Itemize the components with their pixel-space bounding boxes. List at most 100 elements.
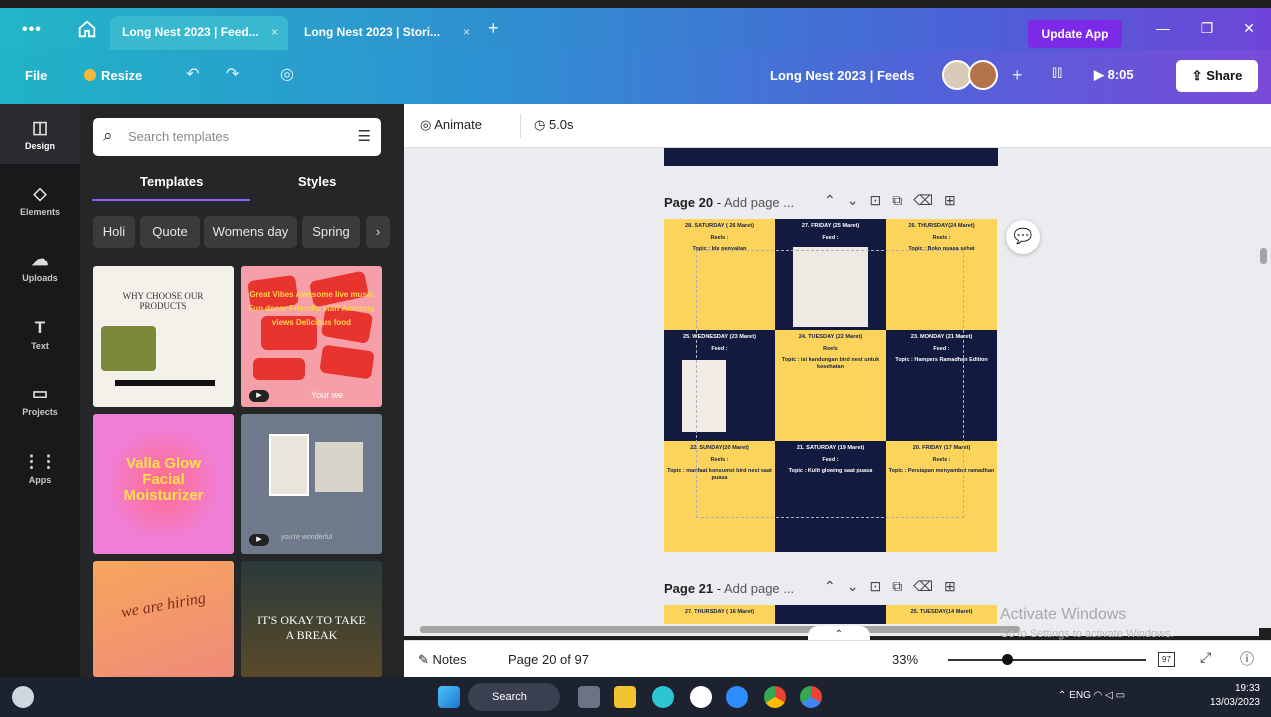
close-tab-icon[interactable]: × bbox=[271, 25, 278, 39]
vertical-scroll-thumb[interactable] bbox=[1260, 248, 1267, 264]
page-19-bottom[interactable] bbox=[664, 148, 998, 166]
cell-day: 28. SATURDAY ( 26 Maret) bbox=[685, 223, 754, 229]
rail-item-elements[interactable]: ◇ Elements bbox=[0, 184, 80, 217]
rail-item-text[interactable]: T Text bbox=[0, 318, 80, 351]
undo-icon[interactable]: ↶ bbox=[186, 64, 199, 84]
home-icon[interactable] bbox=[76, 18, 98, 40]
zoom-slider[interactable] bbox=[948, 659, 1146, 661]
file-menu[interactable]: File bbox=[25, 68, 47, 83]
zoom-app-icon[interactable] bbox=[726, 686, 748, 708]
chrome-icon[interactable] bbox=[764, 686, 786, 708]
move-down-icon[interactable]: ⌄ bbox=[847, 578, 870, 594]
animate-label: Animate bbox=[434, 117, 482, 132]
tab-feeds[interactable]: Long Nest 2023 | Feed... × bbox=[110, 16, 288, 50]
delete-icon[interactable]: ⌫ bbox=[913, 192, 944, 208]
tab-stories[interactable]: Long Nest 2023 | Stori... × bbox=[292, 16, 480, 50]
lock-icon[interactable]: ⊡ bbox=[869, 192, 892, 208]
media-player-icon[interactable] bbox=[690, 686, 712, 708]
add-page-title[interactable]: Add page ... bbox=[724, 581, 794, 596]
start-icon[interactable] bbox=[438, 686, 460, 708]
add-comment-icon[interactable]: 💬 bbox=[1006, 220, 1040, 254]
move-up-icon[interactable]: ⌃ bbox=[824, 192, 847, 208]
canva-icon[interactable] bbox=[652, 686, 674, 708]
more-menu-icon[interactable]: ••• bbox=[22, 21, 42, 39]
template-text: Great Vibes Awesome live music Fun decor… bbox=[248, 290, 375, 327]
notes-icon: ✎ bbox=[418, 652, 433, 667]
move-up-icon[interactable]: ⌃ bbox=[824, 578, 847, 594]
file-explorer-icon[interactable] bbox=[614, 686, 636, 708]
search-input[interactable]: ⌕ Search templates ☰ bbox=[93, 118, 381, 156]
move-down-icon[interactable]: ⌄ bbox=[847, 192, 870, 208]
minimize-icon[interactable]: — bbox=[1148, 20, 1178, 36]
lock-icon[interactable]: ⊡ bbox=[869, 578, 892, 594]
grid-cell[interactable]: 27. THURSDAY ( 16 Maret) bbox=[664, 605, 775, 624]
horizontal-scroll-thumb[interactable] bbox=[420, 626, 1020, 633]
task-view-icon[interactable] bbox=[578, 686, 600, 708]
grid-view-icon[interactable]: 97 bbox=[1158, 652, 1175, 667]
redo-icon[interactable]: ↷ bbox=[226, 64, 239, 84]
rail-item-apps[interactable]: ⋮⋮ Apps bbox=[0, 452, 80, 485]
chip-holi[interactable]: Holi bbox=[93, 216, 135, 248]
filter-icon[interactable]: ☰ bbox=[358, 127, 371, 145]
chip-womens-day[interactable]: Womens day bbox=[204, 216, 297, 248]
template-text: you're wonderful bbox=[281, 534, 333, 541]
add-page-title[interactable]: Add page ... bbox=[724, 195, 794, 210]
template-subtext: Your we bbox=[311, 390, 344, 400]
grid-cell[interactable] bbox=[775, 605, 886, 624]
close-tab-icon[interactable]: × bbox=[463, 25, 470, 39]
chip-spring[interactable]: Spring bbox=[302, 216, 360, 248]
zoom-slider-handle[interactable] bbox=[1002, 654, 1013, 665]
fullscreen-icon[interactable]: ⤢ bbox=[1200, 649, 1211, 666]
duplicate-icon[interactable]: ⧉ bbox=[892, 578, 913, 594]
language-indicator: ENG bbox=[1069, 690, 1091, 701]
present-button[interactable]: ▶ 8:05 bbox=[1094, 67, 1134, 83]
page-indicator[interactable]: Page 20 of 97 bbox=[508, 652, 589, 667]
add-collaborator-button[interactable]: + bbox=[1012, 65, 1023, 86]
duration-button[interactable]: ◷ 5.0s bbox=[534, 117, 574, 133]
notes-button[interactable]: ✎ Notes bbox=[418, 652, 466, 668]
new-tab-button[interactable]: + bbox=[488, 18, 499, 39]
template-thumb[interactable]: Valla Glow Facial Moisturizer bbox=[93, 414, 234, 554]
resize-button[interactable]: Resize bbox=[84, 68, 142, 83]
page-header: Page 20 - Add page ... bbox=[664, 195, 795, 210]
duplicate-icon[interactable]: ⧉ bbox=[892, 192, 913, 208]
rail-item-design[interactable]: ◫ Design bbox=[0, 104, 80, 164]
zoom-level[interactable]: 33% bbox=[892, 652, 918, 667]
system-tray[interactable]: ⌃ ENG ◠ ◁ ▭ bbox=[1058, 690, 1125, 701]
avatar[interactable] bbox=[968, 60, 998, 90]
help-icon[interactable]: ⓘ bbox=[1240, 649, 1254, 669]
maximize-icon[interactable]: ❐ bbox=[1192, 20, 1222, 37]
update-app-button[interactable]: Update App bbox=[1028, 20, 1122, 48]
vertical-scrollbar[interactable] bbox=[1259, 148, 1271, 628]
tab-templates[interactable]: Templates bbox=[140, 174, 203, 189]
taskbar-search[interactable]: Search bbox=[468, 683, 560, 711]
insights-icon[interactable]: ⫾⫾ bbox=[1052, 64, 1062, 82]
add-page-icon[interactable]: ⊞ bbox=[944, 192, 967, 208]
chrome-icon[interactable] bbox=[800, 686, 822, 708]
add-page-icon[interactable]: ⊞ bbox=[944, 578, 967, 594]
tab-styles[interactable]: Styles bbox=[298, 174, 336, 189]
close-window-icon[interactable]: ✕ bbox=[1234, 20, 1264, 37]
clock-icon: ◷ bbox=[534, 117, 549, 132]
cell-line: Reels : bbox=[932, 234, 951, 241]
template-thumb[interactable]: we are hiring bbox=[93, 561, 234, 677]
chip-quote[interactable]: Quote bbox=[140, 216, 200, 248]
share-button[interactable]: ⇪ Share bbox=[1176, 60, 1258, 92]
rail-item-uploads[interactable]: ☁ Uploads bbox=[0, 250, 80, 283]
weather-icon[interactable] bbox=[12, 686, 34, 708]
chips-next-icon[interactable]: › bbox=[366, 216, 390, 248]
delete-icon[interactable]: ⌫ bbox=[913, 578, 944, 594]
template-thumb[interactable]: you're wonderful ▶ bbox=[241, 414, 382, 554]
template-thumb[interactable]: IT'S OKAY TO TAKE A BREAK bbox=[241, 561, 382, 677]
bubble bbox=[319, 344, 375, 380]
template-thumb[interactable]: Great Vibes Awesome live music Fun decor… bbox=[241, 266, 382, 407]
template-thumb[interactable]: WHY CHOOSE OUR PRODUCTS bbox=[93, 266, 234, 407]
grid-cell[interactable]: 25. TUESDAY(14 Maret) bbox=[886, 605, 997, 624]
page-header: Page 21 - Add page ... bbox=[664, 581, 795, 596]
rail-item-projects[interactable]: ▭ Projects bbox=[0, 384, 80, 417]
document-title[interactable]: Long Nest 2023 | Feeds bbox=[770, 68, 915, 83]
cloud-saved-icon[interactable]: ◎ bbox=[280, 64, 294, 84]
browser-tab-bar: ••• Long Nest 2023 | Feed... × Long Nest… bbox=[0, 8, 1271, 50]
animate-button[interactable]: ◎ Animate bbox=[420, 117, 482, 133]
clock[interactable]: 19:33 13/03/2023 bbox=[1196, 682, 1260, 710]
